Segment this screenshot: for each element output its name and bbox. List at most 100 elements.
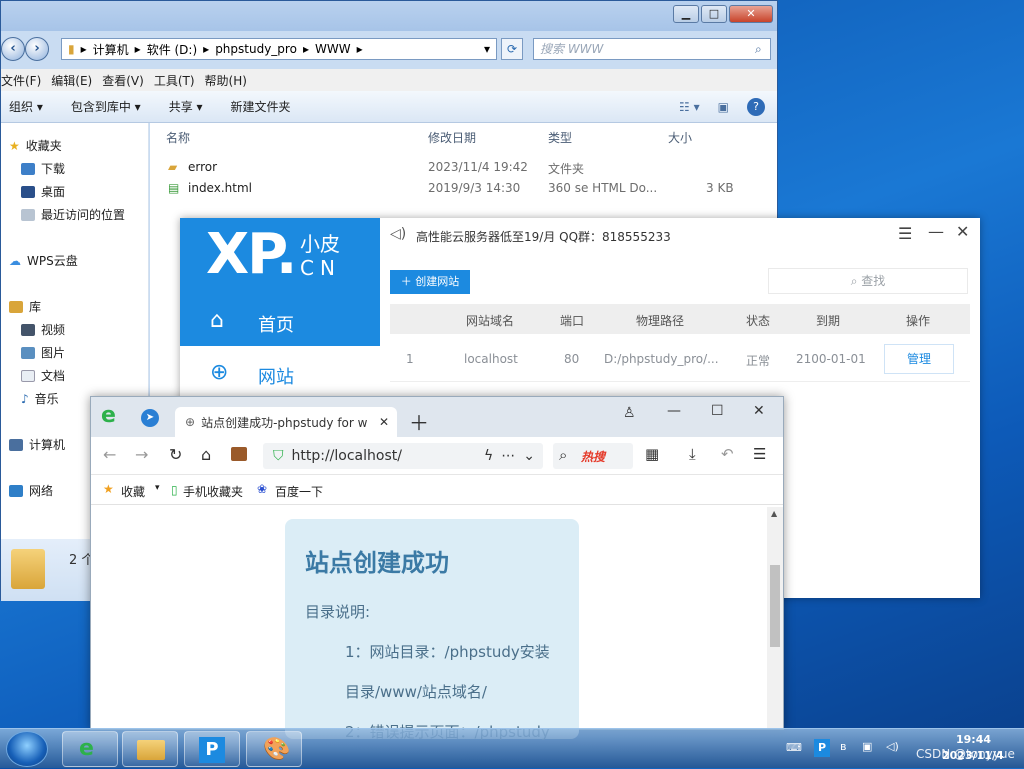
menu-file[interactable]: 文件(F): [1, 72, 51, 89]
preview-pane-icon[interactable]: ▣: [718, 100, 729, 114]
column-header-name[interactable]: 名称: [166, 129, 190, 146]
new-tab-icon[interactable]: ＋: [409, 407, 429, 436]
bookmark-mobile[interactable]: 手机收藏夹: [183, 483, 243, 500]
skin-icon[interactable]: ♙: [623, 405, 636, 421]
maximize-button[interactable]: □: [701, 5, 727, 23]
taskbar-browser[interactable]: e: [62, 731, 118, 767]
include-library-button[interactable]: 包含到库中 ▾: [71, 98, 141, 115]
breadcrumb-item[interactable]: 计算机: [93, 41, 129, 58]
file-row[interactable]: ▤ index.html 2019/9/3 14:30 360 se HTML …: [150, 178, 777, 198]
sidebar-item-recent[interactable]: 最近访问的位置: [21, 206, 125, 223]
forward-icon[interactable]: ›: [25, 37, 49, 61]
toolbox-icon[interactable]: [231, 447, 247, 461]
minimize-icon[interactable]: —: [667, 403, 681, 419]
phpstudy-tray-icon[interactable]: P: [814, 739, 830, 757]
back-icon[interactable]: ←: [103, 445, 116, 464]
sidebar-item-downloads[interactable]: 下载: [21, 160, 65, 177]
more-icon[interactable]: ⋯: [501, 448, 515, 464]
scroll-up-icon[interactable]: ▲: [771, 509, 777, 518]
breadcrumb-item[interactable]: 软件 (D:): [147, 41, 197, 58]
share-button[interactable]: 共享 ▾: [169, 98, 203, 115]
sidebar-item-library[interactable]: 库: [9, 298, 41, 315]
file-row[interactable]: ▰ error 2023/11/4 19:42 文件夹: [150, 157, 777, 177]
download-icon[interactable]: ⤓: [689, 445, 696, 463]
menu-edit[interactable]: 编辑(E): [51, 72, 102, 89]
sidebar-item-documents[interactable]: 文档: [21, 367, 65, 384]
new-folder-button[interactable]: 新建文件夹: [231, 98, 291, 115]
back-icon[interactable]: ‹: [1, 37, 25, 61]
breadcrumb-item[interactable]: phpstudy_pro: [215, 42, 297, 56]
explorer-titlebar[interactable]: ▁ □ ✕: [1, 1, 777, 31]
volume-icon[interactable]: ◁): [886, 740, 899, 753]
sidebar-item-music[interactable]: ♪ 音乐: [21, 390, 59, 407]
file-type: 360 se HTML Do...: [548, 181, 658, 195]
sidebar-item-desktop[interactable]: 桌面: [21, 183, 65, 200]
url-bar[interactable]: ⛉ http://localhost/ ϟ ⋯ ⌄: [263, 443, 543, 469]
hot-search-box[interactable]: ⌕ 热搜: [553, 443, 633, 469]
menu-view[interactable]: 查看(V): [102, 72, 154, 89]
nav-item-website[interactable]: ⊕ 网站: [180, 352, 380, 398]
bookmark-favorites[interactable]: 收藏: [121, 483, 145, 500]
home-icon[interactable]: ⌂: [201, 445, 211, 464]
site-search-input[interactable]: ⌕ 查找: [768, 268, 968, 294]
maximize-icon[interactable]: ☐: [711, 403, 724, 419]
close-button[interactable]: ✕: [729, 5, 773, 23]
menu-help[interactable]: 帮助(H): [205, 72, 257, 89]
clock-time[interactable]: 19:44: [956, 733, 991, 746]
keyboard-icon[interactable]: ⌨: [786, 741, 802, 754]
close-tab-icon[interactable]: ✕: [379, 415, 389, 429]
organize-button[interactable]: 组织 ▾: [9, 98, 43, 115]
bookmark-baidu[interactable]: 百度一下: [275, 483, 323, 500]
menu-icon[interactable]: ☰: [898, 224, 912, 243]
nav-label: 首页: [258, 315, 294, 336]
menu-icon[interactable]: ☰: [753, 445, 766, 463]
nav-item-home[interactable]: ⌂ 首页: [180, 300, 380, 346]
scrollbar[interactable]: ▲: [767, 507, 783, 729]
taskbar-paint[interactable]: 🎨: [246, 731, 302, 767]
start-button[interactable]: [6, 731, 48, 767]
sidebar-item-video[interactable]: 视频: [21, 321, 65, 338]
directory-line: 目录/www/站点域名/: [345, 683, 487, 701]
dropdown-icon[interactable]: ▾: [484, 42, 490, 56]
close-icon[interactable]: ✕: [956, 222, 969, 241]
view-icon[interactable]: ☷ ▾: [679, 100, 700, 114]
search-icon[interactable]: ⌕: [755, 42, 762, 57]
browser-logo-icon[interactable]: e: [101, 403, 116, 428]
breadcrumb-sep: ▸: [302, 42, 309, 56]
help-icon[interactable]: ?: [747, 97, 765, 116]
minimize-button[interactable]: ▁: [673, 5, 699, 23]
column-header-size[interactable]: 大小: [668, 129, 692, 146]
menu-tools[interactable]: 工具(T): [154, 72, 205, 89]
forward-icon[interactable]: →: [135, 445, 148, 464]
sidebar-item-pictures[interactable]: 图片: [21, 344, 65, 361]
apps-grid-icon[interactable]: ▦: [645, 445, 659, 463]
manage-button[interactable]: 管理: [884, 344, 954, 374]
scrollbar-thumb[interactable]: [770, 565, 780, 647]
refresh-icon[interactable]: ⟳: [501, 38, 523, 60]
site-table-row[interactable]: 1 localhost 80 D:/phpstudy_pro/... 正常 21…: [390, 336, 970, 382]
undo-icon[interactable]: ↶: [721, 445, 734, 463]
send-icon[interactable]: ➤: [141, 409, 159, 427]
column-header-type[interactable]: 类型: [548, 129, 572, 146]
address-bar[interactable]: ▮ ▸ 计算机 ▸ 软件 (D:) ▸ phpstudy_pro ▸ WWW ▸…: [61, 38, 497, 60]
create-website-button[interactable]: ＋ 创建网站: [390, 270, 470, 294]
sidebar-item-network[interactable]: 网络: [9, 482, 53, 499]
minimize-icon[interactable]: —: [928, 222, 944, 241]
search-input[interactable]: 搜索 WWW: [533, 38, 771, 60]
lightning-icon[interactable]: ϟ: [484, 448, 493, 464]
sidebar-item-wps[interactable]: ☁ WPS云盘: [9, 252, 78, 269]
network-tray-icon[interactable]: ▣: [862, 740, 872, 753]
close-icon[interactable]: ✕: [753, 403, 765, 419]
dropdown-icon[interactable]: ▾: [155, 483, 160, 493]
reload-icon[interactable]: ↻: [169, 445, 182, 464]
sidebar-item-favorites[interactable]: ★ 收藏夹: [9, 137, 62, 154]
bluetooth-icon[interactable]: ʙ: [840, 740, 846, 753]
taskbar-phpstudy[interactable]: P: [184, 731, 240, 767]
browser-tab[interactable]: ⊕ 站点创建成功-phpstudy for w ✕: [175, 407, 397, 437]
column-header-date[interactable]: 修改日期: [428, 129, 476, 146]
dropdown-icon[interactable]: ⌄: [523, 448, 535, 464]
taskbar-explorer[interactable]: [122, 731, 178, 767]
sidebar-item-computer[interactable]: 计算机: [9, 436, 65, 453]
breadcrumb-item[interactable]: WWW: [315, 42, 351, 56]
clock-date[interactable]: 2023/11/4: [942, 749, 1004, 762]
